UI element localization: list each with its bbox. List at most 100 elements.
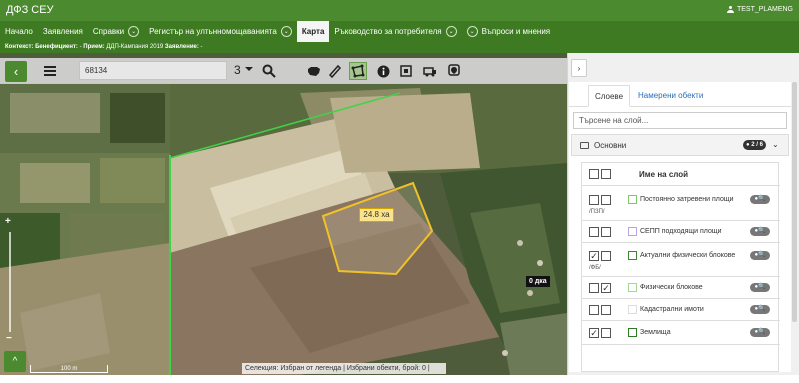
layer-code: /ФБ/ bbox=[589, 265, 601, 271]
layer-row[interactable]: Кадастрални имоти ●🔍 bbox=[582, 299, 780, 321]
nav-authorization-register[interactable]: Регистър на ултьнномощаванията ⌄ bbox=[144, 21, 297, 42]
main-nav: Начало Заявления Справки ⌄ Регистър на у… bbox=[0, 21, 799, 42]
zoom-in-button[interactable]: + bbox=[5, 216, 11, 227]
chevron-down-icon[interactable]: ⌄ bbox=[128, 26, 140, 37]
menu-icon[interactable] bbox=[44, 66, 56, 76]
layer-group-name: Основни bbox=[594, 141, 627, 150]
application-value: - bbox=[200, 44, 203, 50]
layer-visibility-checkbox[interactable] bbox=[601, 227, 611, 237]
layer-search-input[interactable]: Търсене на слой... bbox=[573, 112, 787, 129]
user-menu[interactable]: TEST_PLAMENG bbox=[726, 6, 793, 13]
visibility-all-checkbox[interactable] bbox=[601, 169, 611, 179]
dka-measurement-label: 0 дка bbox=[526, 276, 550, 287]
nav-home[interactable]: Начало bbox=[0, 21, 38, 42]
selected-label: Избрани обекти, брой: bbox=[346, 365, 421, 372]
layer-visibility-checkbox[interactable] bbox=[601, 195, 611, 205]
nav-user-guide[interactable]: Ръководство за потребителя ⌄ bbox=[329, 21, 461, 42]
layer-visibility-count: 2 / 6 bbox=[751, 142, 763, 148]
layer-info-search-icon[interactable]: ●🔍 bbox=[750, 283, 770, 292]
scale-bar: 100 m bbox=[30, 365, 108, 373]
expand-up-button[interactable]: ^ bbox=[4, 351, 26, 372]
layer-info-search-icon[interactable]: ●🔍 bbox=[750, 328, 770, 337]
nav-references[interactable]: Справки ⌄ bbox=[88, 21, 144, 42]
layer-row[interactable]: СЕПП подходящи площи ●🔍 bbox=[582, 221, 780, 243]
layer-info-search-icon[interactable]: ●🔍 bbox=[750, 251, 770, 260]
tab-found-objects[interactable]: Намерени обекти bbox=[632, 85, 709, 107]
nav-references-label: Справки bbox=[92, 27, 125, 36]
top-bar: ДФЗ СЕУ TEST_PLAMENG bbox=[0, 0, 799, 21]
layer-visibility-checkbox[interactable] bbox=[601, 305, 611, 315]
nav-authorization-register-label: Регистър на ултьнномощаванията bbox=[149, 27, 277, 36]
layers-table: Име на слой Постоянно затревени площи /П… bbox=[581, 162, 780, 372]
map-search-input[interactable]: 68134 bbox=[79, 61, 227, 80]
layer-row[interactable]: ✓ Землища ●🔍 bbox=[582, 321, 780, 345]
vehicle-icon[interactable] bbox=[421, 62, 439, 80]
context-bar: Контекст: Бенефициент: - Прием: ДДП-Камп… bbox=[0, 42, 799, 53]
layer-name: Землища bbox=[640, 329, 671, 336]
chevron-down-icon[interactable]: ⌄ bbox=[445, 26, 457, 37]
layer-name: Кадастрални имоти bbox=[640, 306, 704, 313]
result-count-dropdown-icon[interactable] bbox=[245, 67, 253, 71]
collapse-panel-button[interactable]: › bbox=[571, 59, 587, 77]
layer-info-search-icon[interactable]: ●🔍 bbox=[750, 227, 770, 236]
back-button[interactable]: ‹ bbox=[5, 61, 27, 82]
zoom-out-button[interactable]: − bbox=[6, 333, 12, 344]
selection-label: Селекция: bbox=[245, 365, 279, 372]
layer-checkbox[interactable]: ✓ bbox=[589, 251, 599, 261]
bulgaria-map-icon[interactable] bbox=[305, 62, 323, 80]
layer-row[interactable]: ✓ Актуални физически блокове /ФБ/ ●🔍 bbox=[582, 243, 780, 277]
context-label: Контекст: bbox=[5, 44, 34, 50]
chevron-down-icon[interactable]: ⌄ bbox=[466, 26, 478, 37]
select-all-checkbox[interactable] bbox=[589, 169, 599, 179]
nav-faq-label: Въпроси и мнения bbox=[481, 27, 551, 36]
beneficiary-value: - bbox=[79, 44, 82, 50]
satellite-map bbox=[0, 53, 567, 375]
layer-visibility-checkbox[interactable] bbox=[601, 251, 611, 261]
layer-row[interactable]: ✓ Физически блокове ●🔍 bbox=[582, 277, 780, 299]
map-toolbar: ‹ 68134 3 bbox=[0, 58, 567, 84]
layer-checkbox[interactable] bbox=[589, 283, 599, 293]
layer-checkbox[interactable] bbox=[589, 305, 599, 315]
nav-applications[interactable]: Заявления bbox=[38, 21, 88, 42]
selected-count: 0 bbox=[422, 365, 426, 372]
layer-color-swatch bbox=[628, 283, 637, 292]
folder-icon bbox=[580, 142, 589, 149]
chevron-down-icon[interactable]: ⌄ bbox=[772, 140, 779, 149]
info-icon[interactable] bbox=[374, 62, 392, 80]
layer-color-swatch bbox=[628, 251, 637, 260]
reception-value: ДДП-Кампания 2019 bbox=[106, 44, 164, 50]
measure-ruler-icon[interactable] bbox=[326, 62, 344, 80]
layer-code: /ПЗП/ bbox=[589, 209, 605, 215]
reception-label: Прием: bbox=[83, 44, 105, 50]
status-separator: | bbox=[343, 365, 345, 372]
tab-layers[interactable]: Слоеве bbox=[588, 85, 631, 107]
layer-visibility-checkbox[interactable]: ✓ bbox=[601, 283, 611, 293]
layers-print-icon[interactable] bbox=[397, 62, 415, 80]
layer-checkbox[interactable] bbox=[589, 195, 599, 205]
nav-user-guide-label: Ръководство за потребителя bbox=[334, 27, 442, 36]
layer-visibility-checkbox[interactable] bbox=[601, 328, 611, 338]
location-pin-icon[interactable] bbox=[445, 62, 463, 80]
zoom-slider[interactable] bbox=[9, 232, 11, 332]
panel-scrollbar[interactable] bbox=[792, 82, 797, 322]
nav-map[interactable]: Карта bbox=[296, 21, 330, 42]
app-title: ДФЗ СЕУ bbox=[6, 4, 54, 16]
layer-info-search-icon[interactable]: ●🔍 bbox=[750, 305, 770, 314]
measure-area-icon[interactable] bbox=[349, 62, 367, 80]
layer-checkbox[interactable] bbox=[589, 227, 599, 237]
layer-row[interactable]: Постоянно затревени площи /ПЗП/ ●🔍 bbox=[582, 187, 780, 221]
layer-group-header[interactable]: Основни ● 2 / 6 ⌄ bbox=[571, 134, 789, 156]
layer-name: Актуални физически блокове bbox=[640, 252, 736, 259]
layer-color-swatch bbox=[628, 305, 637, 314]
panel-tabs: Слоеве Намерени обекти bbox=[569, 85, 791, 107]
nav-faq[interactable]: ⌄ Въпроси и мнения bbox=[462, 21, 556, 42]
layer-info-search-icon[interactable]: ●🔍 bbox=[750, 195, 770, 204]
layer-checkbox[interactable]: ✓ bbox=[589, 328, 599, 338]
application-label: Заявление: bbox=[164, 44, 199, 50]
map-view[interactable] bbox=[0, 53, 567, 375]
search-icon[interactable] bbox=[262, 64, 276, 78]
layer-name: Физически блокове bbox=[640, 284, 703, 291]
chevron-down-icon[interactable]: ⌄ bbox=[280, 26, 292, 37]
result-count[interactable]: 3 bbox=[234, 63, 241, 77]
layer-name: СЕПП подходящи площи bbox=[640, 228, 722, 235]
